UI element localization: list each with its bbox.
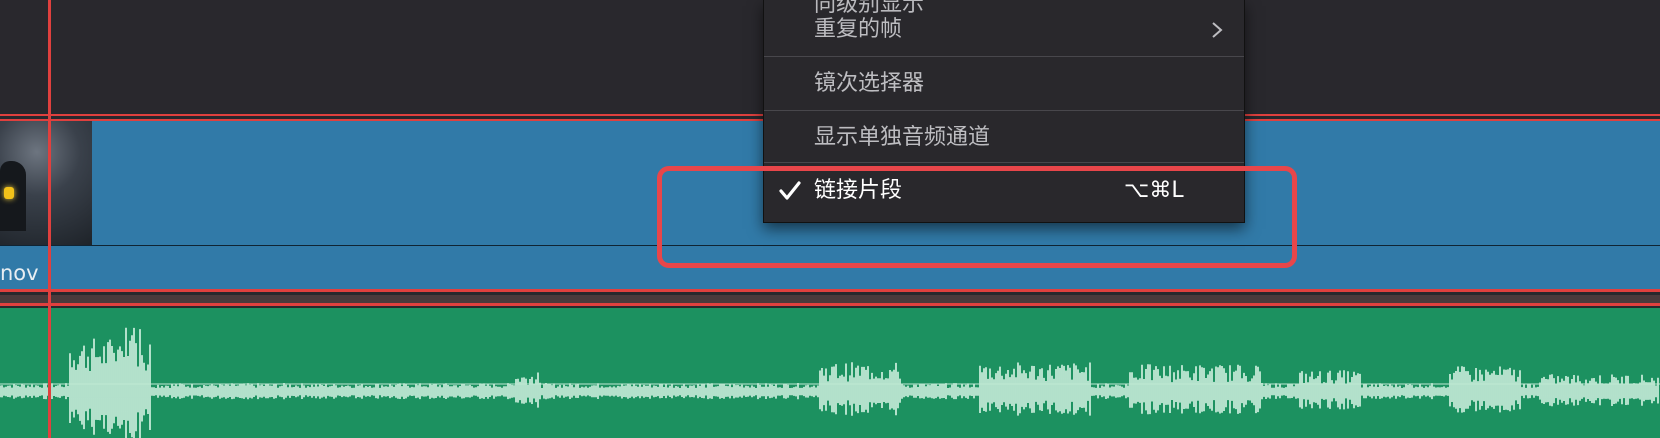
menu-item-label: 重复的帧	[814, 17, 903, 42]
menu-item-angle-viewer[interactable]: 镜次选择器	[764, 62, 1244, 106]
track-gap	[0, 295, 1660, 303]
video-clip-name: nov	[0, 261, 39, 285]
menu-separator	[764, 56, 1244, 57]
waveform-path	[0, 327, 1659, 438]
thumbnail-lantern	[4, 187, 14, 199]
menu-item-label: 显示单独音频通道	[814, 125, 991, 150]
menu-separator	[764, 110, 1244, 111]
chevron-right-icon	[1212, 22, 1223, 38]
menu-item-repeated-frames[interactable]: 重复的帧	[764, 8, 1244, 52]
menu-item-show-audio-channels[interactable]: 显示单独音频通道	[764, 116, 1244, 160]
menu-separator	[764, 162, 1244, 163]
track-divider-mid	[0, 289, 1660, 292]
menu-item-label: 镜次选择器	[814, 71, 925, 96]
clip-thumbnail	[0, 121, 92, 245]
track-divider-mid-2	[0, 303, 1660, 306]
playhead[interactable]	[48, 0, 51, 438]
audio-clip[interactable]	[0, 308, 1660, 438]
audio-waveform	[0, 327, 1660, 438]
highlight-annotation	[657, 166, 1297, 268]
